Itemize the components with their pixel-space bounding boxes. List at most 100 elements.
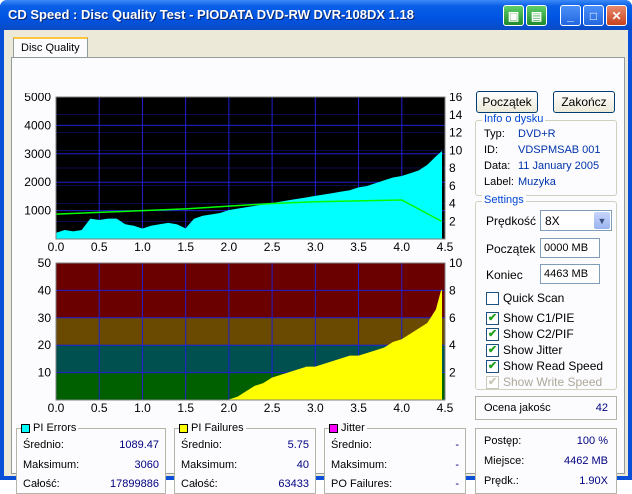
- quality-score-panel: Ocena jakośc 42: [475, 396, 617, 420]
- y-tick-label-left: 50: [38, 258, 52, 270]
- info-row-date: Data: 11 January 2005: [484, 160, 600, 172]
- x-tick-label: 4.5: [437, 240, 454, 254]
- tab-disc-quality[interactable]: Disc Quality: [13, 37, 88, 58]
- x-tick-label: 0.0: [48, 240, 65, 254]
- y-tick-label-right: 4: [449, 197, 456, 211]
- position-label: Miejsce:: [484, 455, 525, 467]
- pi-errors-max-label: Maksimum:: [23, 459, 80, 471]
- finish-button[interactable]: Zakończ: [553, 91, 615, 113]
- pi-failures-chart: 0.0 0.5 1.0 1.5 2.0 2.5 3.0 3.5 4.0 4.5 50 40 30 20 10…: [12, 258, 472, 421]
- x-tick-label: 2.0: [221, 240, 238, 254]
- y-tick-label-right: 10: [449, 258, 463, 270]
- checkbox-icon[interactable]: [486, 291, 499, 305]
- start-button[interactable]: Początek: [476, 91, 538, 113]
- pi-failures-max: 40: [296, 459, 309, 471]
- y-tick-label-left: 20: [38, 338, 52, 352]
- x-tick-label: 0.5: [91, 401, 108, 415]
- x-tick-label: 4.5: [437, 401, 454, 415]
- info-row-type: Typ: DVD+R: [484, 128, 556, 140]
- end-position-input[interactable]: 4463 MB: [540, 264, 600, 284]
- y-tick-label-right: 14: [449, 108, 463, 122]
- checkmark-icon[interactable]: ✔: [486, 359, 499, 373]
- disc-info-title: Info o dysku: [482, 113, 546, 125]
- x-tick-label: 4.0: [393, 401, 410, 415]
- pi-failures-avg: 5.75: [287, 439, 309, 451]
- speed-label: Prędkość: [486, 214, 537, 228]
- close-button[interactable]: ✕: [606, 5, 627, 26]
- client-area: Disc Quality 0.0 0.5 1.0 1.5 2.0 2.5 3.0 3.5 4.0…: [4, 30, 628, 494]
- y-tick-label-right: 2: [449, 366, 456, 380]
- pi-errors-max: 3060: [134, 459, 159, 471]
- show-jitter-checkbox[interactable]: ✔ Show Jitter: [486, 343, 562, 357]
- tab-panel: 0.0 0.5 1.0 1.5 2.0 2.5 3.0 3.5 4.0 4.5 5000 4000 30…: [11, 57, 625, 494]
- copy-icon[interactable]: ▣: [503, 5, 524, 26]
- window-title: CD Speed : Disc Quality Test - PIODATA D…: [8, 7, 414, 22]
- y-tick-label-left: 2000: [24, 175, 51, 189]
- progress-panel: Postęp: 100 % Miejsce: 4462 MB Prędk.: 1…: [475, 428, 617, 494]
- start-position-input[interactable]: 0000 MB: [540, 238, 600, 258]
- jitter-avg: -: [455, 439, 459, 451]
- y-tick-label-right: 6: [449, 179, 456, 193]
- disc-info-group: Info o dysku Typ: DVD+R ID: VDSPMSAB 001 D…: [475, 113, 617, 196]
- x-tick-label: 1.0: [134, 240, 151, 254]
- maximize-button[interactable]: □: [583, 5, 604, 26]
- y-tick-label-right: 8: [449, 283, 456, 297]
- quality-score-label: Ocena jakośc: [484, 402, 551, 414]
- x-tick-label: 1.0: [134, 401, 151, 415]
- y-tick-label-left: 4000: [24, 118, 51, 132]
- pi-errors-stats: PI Errors Średnio: 1089.47 Maksimum: 306…: [16, 422, 166, 494]
- minimize-button[interactable]: _: [560, 5, 581, 26]
- show-write-speed-checkbox: ✔ Show Write Speed: [486, 375, 603, 389]
- y-tick-label-left: 40: [38, 283, 52, 297]
- quality-band: [56, 317, 445, 346]
- y-tick-label-left: 1000: [24, 204, 51, 218]
- y-tick-label-right: 10: [449, 143, 463, 157]
- y-tick-label-right: 4: [449, 338, 456, 352]
- checkmark-icon[interactable]: ✔: [486, 327, 499, 341]
- checkmark-icon: ✔: [486, 375, 499, 389]
- show-c1-pie-checkbox[interactable]: ✔ Show C1/PIE: [486, 311, 574, 325]
- y-tick-label-right: 2: [449, 214, 456, 228]
- settings-group: Settings Prędkość 8X ▼ Początek 0000 MB …: [475, 194, 617, 390]
- pi-failures-avg-label: Średnio:: [181, 439, 222, 451]
- y-tick-label-left: 5000: [24, 93, 51, 104]
- x-tick-label: 1.5: [177, 401, 194, 415]
- pi-errors-title: PI Errors: [33, 422, 77, 434]
- position-value: 4462 MB: [563, 455, 608, 467]
- save-icon[interactable]: ▤: [526, 5, 547, 26]
- x-tick-label: 4.0: [393, 240, 410, 254]
- pi-failures-swatch: [179, 423, 188, 433]
- info-row-id: ID: VDSPMSAB 001: [484, 144, 601, 156]
- app-window: CD Speed : Disc Quality Test - PIODATA D…: [0, 0, 632, 494]
- jitter-swatch: [329, 423, 338, 433]
- pi-errors-swatch: [21, 423, 30, 433]
- y-tick-label-right: 6: [449, 311, 456, 325]
- x-tick-label: 2.5: [264, 401, 281, 415]
- pi-failures-max-label: Maksimum:: [181, 459, 238, 471]
- jitter-max-label: Maksimum:: [331, 459, 388, 471]
- pi-errors-avg: 1089.47: [119, 439, 159, 451]
- quality-score-value: 42: [595, 402, 608, 414]
- jitter-avg-label: Średnio:: [331, 439, 372, 451]
- jitter-title: Jitter: [341, 422, 365, 434]
- current-speed-value: 1.90X: [579, 475, 608, 487]
- x-tick-label: 1.5: [177, 240, 194, 254]
- pi-failures-stats: PI Failures Średnio: 5.75 Maksimum: 40 C…: [174, 422, 316, 494]
- start-position-label: Początek: [486, 242, 536, 256]
- pi-errors-chart: 0.0 0.5 1.0 1.5 2.0 2.5 3.0 3.5 4.0 4.5 5000 4000 30…: [12, 93, 472, 263]
- checkmark-icon[interactable]: ✔: [486, 311, 499, 325]
- show-read-speed-checkbox[interactable]: ✔ Show Read Speed: [486, 359, 603, 373]
- show-c2-pif-checkbox[interactable]: ✔ Show C2/PIF: [486, 327, 574, 341]
- title-bar[interactable]: CD Speed : Disc Quality Test - PIODATA D…: [0, 0, 632, 30]
- settings-title: Settings: [482, 194, 526, 206]
- pi-errors-chart-svg: 0.0 0.5 1.0 1.5 2.0 2.5 3.0 3.5 4.0 4.5 5000 4000 30…: [24, 93, 463, 254]
- x-tick-label: 0.5: [91, 240, 108, 254]
- progress-label: Postęp:: [484, 435, 522, 447]
- chevron-down-icon[interactable]: ▼: [594, 212, 610, 229]
- progress-value: 100 %: [576, 435, 608, 447]
- x-tick-label: 3.5: [350, 401, 367, 415]
- quick-scan-checkbox[interactable]: Quick Scan: [486, 291, 564, 305]
- pi-errors-avg-label: Średnio:: [23, 439, 64, 451]
- checkmark-icon[interactable]: ✔: [486, 343, 499, 357]
- speed-select[interactable]: 8X ▼: [540, 210, 612, 231]
